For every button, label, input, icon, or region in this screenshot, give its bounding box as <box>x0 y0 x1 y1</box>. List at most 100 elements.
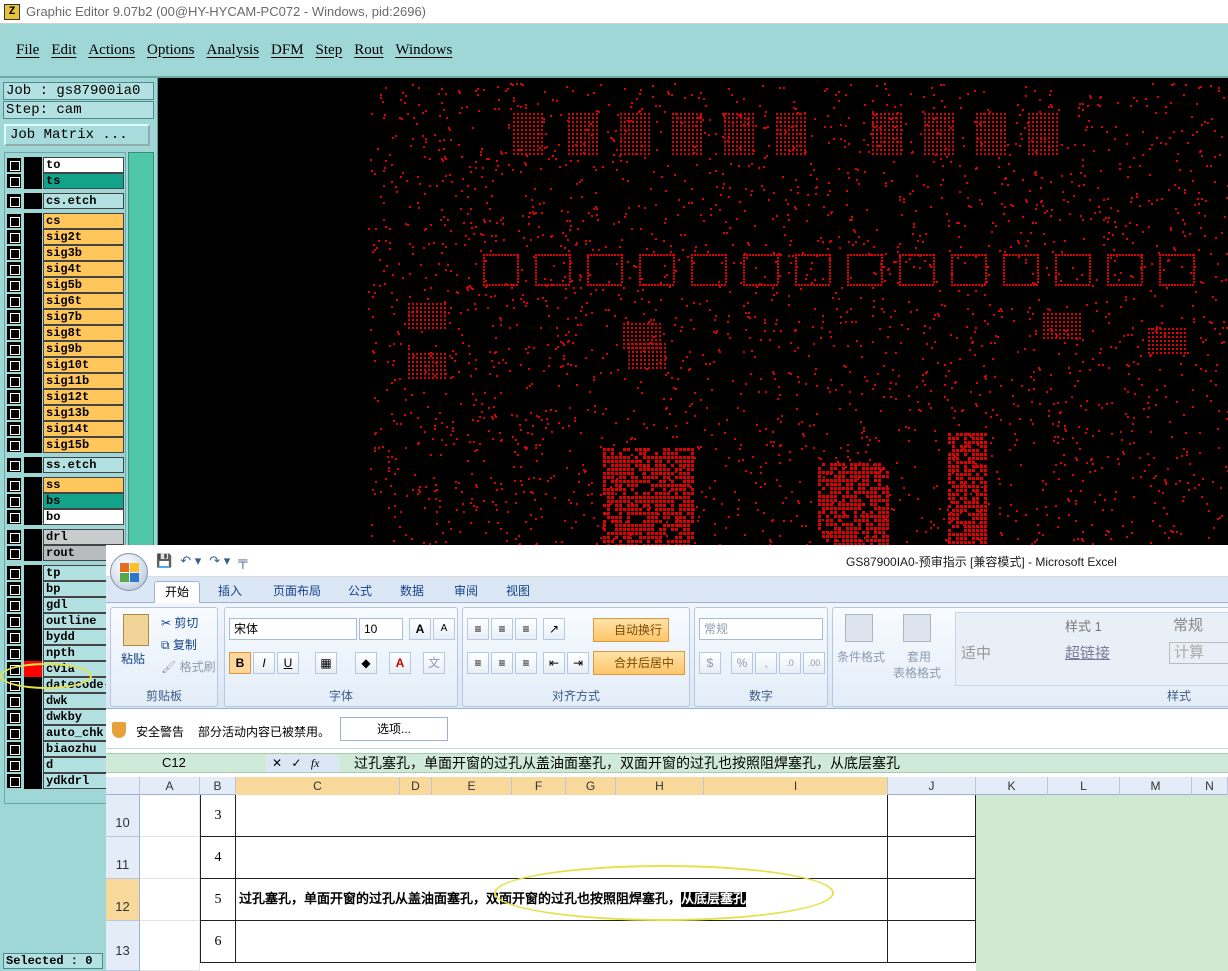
layer-name[interactable]: sig11b <box>43 373 124 389</box>
percent-button[interactable]: % <box>731 652 753 674</box>
border-icon[interactable]: ▦ <box>315 652 337 674</box>
layer-name[interactable]: sig4t <box>43 261 124 277</box>
layer-checkbox[interactable] <box>7 246 21 260</box>
orientation-icon[interactable]: ↗ <box>543 618 565 640</box>
tab-view[interactable]: 视图 <box>498 581 538 603</box>
layer-name[interactable]: sig12t <box>43 389 124 405</box>
col-header-b[interactable]: B <box>200 777 236 795</box>
layer-checkbox[interactable] <box>7 406 21 420</box>
layer-name[interactable]: sig9b <box>43 341 124 357</box>
italic-button[interactable]: I <box>253 652 275 674</box>
col-header-k[interactable]: K <box>976 777 1048 795</box>
copy-button[interactable]: ⧉ 复制 <box>161 636 197 653</box>
layer-row-bs[interactable]: bs <box>5 493 125 509</box>
undo-icon[interactable]: ↶ ▾ <box>180 553 201 569</box>
cell-a13[interactable] <box>140 921 200 971</box>
layer-checkbox[interactable] <box>7 422 21 436</box>
menu-step[interactable]: Step <box>316 42 343 59</box>
layer-row-sig7b[interactable]: sig7b <box>5 309 125 325</box>
layer-name[interactable]: sig14t <box>43 421 124 437</box>
align-left-icon[interactable]: ≡ <box>467 652 489 674</box>
row-header-11[interactable]: 11 <box>106 837 140 879</box>
menu-options[interactable]: Options <box>147 42 195 59</box>
layer-row-sig2t[interactable]: sig2t <box>5 229 125 245</box>
number-format-select[interactable]: 常规 <box>699 618 823 640</box>
security-options-button[interactable]: 选项... <box>340 717 448 741</box>
style-neutral[interactable]: 适中 <box>961 642 991 663</box>
cell-b12[interactable]: 5 <box>200 879 236 921</box>
layer-name[interactable]: ss.etch <box>43 457 124 473</box>
cell-b11[interactable]: 4 <box>200 837 236 879</box>
currency-icon[interactable]: $ <box>699 652 721 674</box>
col-header-m[interactable]: M <box>1120 777 1192 795</box>
layer-name[interactable]: bs <box>43 493 124 509</box>
paste-button[interactable]: 粘贴 <box>121 650 145 667</box>
col-header-h[interactable]: H <box>616 777 704 795</box>
layer-row-sig14t[interactable]: sig14t <box>5 421 125 437</box>
layer-checkbox[interactable] <box>7 262 21 276</box>
cell-c13[interactable] <box>236 921 888 963</box>
layer-row-sig11b[interactable]: sig11b <box>5 373 125 389</box>
layer-row-sig3b[interactable]: sig3b <box>5 245 125 261</box>
layer-checkbox[interactable] <box>7 630 21 644</box>
grow-font-button[interactable]: A <box>409 618 431 640</box>
layer-name[interactable]: sig7b <box>43 309 124 325</box>
layer-checkbox[interactable] <box>7 342 21 356</box>
layer-checkbox[interactable] <box>7 194 21 208</box>
layer-row-cs[interactable]: cs <box>5 213 125 229</box>
cell-c10[interactable] <box>236 795 888 837</box>
layer-checkbox[interactable] <box>7 158 21 172</box>
layer-checkbox[interactable] <box>7 710 21 724</box>
layer-row-cs-etch[interactable]: cs.etch <box>5 193 125 209</box>
align-middle-icon[interactable]: ≡ <box>491 618 513 640</box>
tab-formulas[interactable]: 公式 <box>340 581 380 603</box>
layer-row-sig13b[interactable]: sig13b <box>5 405 125 421</box>
decrease-decimal-icon[interactable]: .00 <box>803 652 825 674</box>
increase-decimal-icon[interactable]: .0 <box>779 652 801 674</box>
style-1[interactable]: 样式 1 <box>1065 616 1102 635</box>
cell-j10[interactable] <box>888 795 976 837</box>
layer-checkbox[interactable] <box>7 582 21 596</box>
col-header-d[interactable]: D <box>400 777 432 795</box>
layer-checkbox[interactable] <box>7 358 21 372</box>
font-size-select[interactable]: 10 <box>359 618 403 640</box>
save-icon[interactable]: 💾 <box>156 553 172 569</box>
align-top-icon[interactable]: ≡ <box>467 618 489 640</box>
menu-analysis[interactable]: Analysis <box>207 42 260 59</box>
cancel-icon[interactable]: ✕ <box>272 756 282 770</box>
select-all-corner[interactable] <box>106 777 140 795</box>
align-bottom-icon[interactable]: ≡ <box>515 618 537 640</box>
menu-file[interactable]: File <box>16 42 39 59</box>
layer-name[interactable]: sig3b <box>43 245 124 261</box>
layer-checkbox[interactable] <box>7 214 21 228</box>
bold-button[interactable]: B <box>229 652 251 674</box>
layer-row-sig4t[interactable]: sig4t <box>5 261 125 277</box>
tab-home[interactable]: 开始 <box>154 581 200 603</box>
cell-a10[interactable] <box>140 795 200 837</box>
decrease-indent-icon[interactable]: ⇤ <box>543 652 565 674</box>
layer-row-sig12t[interactable]: sig12t <box>5 389 125 405</box>
font-color-icon[interactable]: A <box>389 652 411 674</box>
wrap-text-button[interactable]: 自动换行 <box>593 618 669 642</box>
row-header-13[interactable]: 13 <box>106 921 140 971</box>
layer-checkbox[interactable] <box>7 614 21 628</box>
layer-name[interactable]: sig8t <box>43 325 124 341</box>
cut-button[interactable]: ✂ 剪切 <box>161 614 198 631</box>
layer-row-ss[interactable]: ss <box>5 477 125 493</box>
layer-row-sig5b[interactable]: sig5b <box>5 277 125 293</box>
layer-name[interactable]: bo <box>43 509 124 525</box>
fill-color-icon[interactable]: ◆ <box>355 652 377 674</box>
layer-checkbox[interactable] <box>7 646 21 660</box>
col-header-l[interactable]: L <box>1048 777 1120 795</box>
cell-j11[interactable] <box>888 837 976 879</box>
layer-checkbox[interactable] <box>7 438 21 452</box>
align-center-icon[interactable]: ≡ <box>491 652 513 674</box>
cell-a11[interactable] <box>140 837 200 879</box>
layer-name[interactable]: ss <box>43 477 124 493</box>
col-header-i[interactable]: I <box>704 777 888 795</box>
tab-review[interactable]: 审阅 <box>446 581 486 603</box>
layer-checkbox[interactable] <box>7 174 21 188</box>
layer-checkbox[interactable] <box>7 326 21 340</box>
layer-checkbox[interactable] <box>7 598 21 612</box>
menu-rout[interactable]: Rout <box>354 42 383 59</box>
